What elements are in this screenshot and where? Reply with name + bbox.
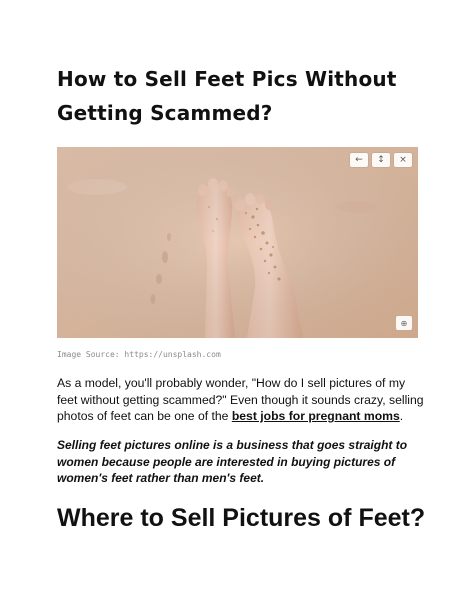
zoom-icon[interactable]: ⊕ (396, 316, 412, 330)
article-photo[interactable]: ← ↕ × ⊕ (57, 147, 418, 338)
intro-period: . (399, 409, 404, 423)
back-arrow-icon[interactable]: ← (350, 153, 368, 167)
emphasis-paragraph: Selling feet pictures online is a busine… (57, 438, 408, 485)
document-page: How to Sell Feet Pics Without Getting Sc… (0, 0, 474, 612)
image-controls: ← ↕ × (350, 153, 412, 167)
section-heading: Where to Sell Pictures of Feet? (57, 504, 426, 532)
intro-paragraph: As a model, you'll probably wonder, "How… (57, 375, 427, 425)
feet-in-sand-image (57, 147, 418, 338)
expand-icon[interactable]: ↕ (372, 153, 390, 167)
image-caption: Image Source: https://unsplash.com (57, 350, 221, 359)
close-icon[interactable]: × (394, 153, 412, 167)
best-jobs-link[interactable]: best jobs for pregnant moms (232, 409, 400, 423)
article-title: How to Sell Feet Pics Without Getting Sc… (57, 67, 397, 125)
